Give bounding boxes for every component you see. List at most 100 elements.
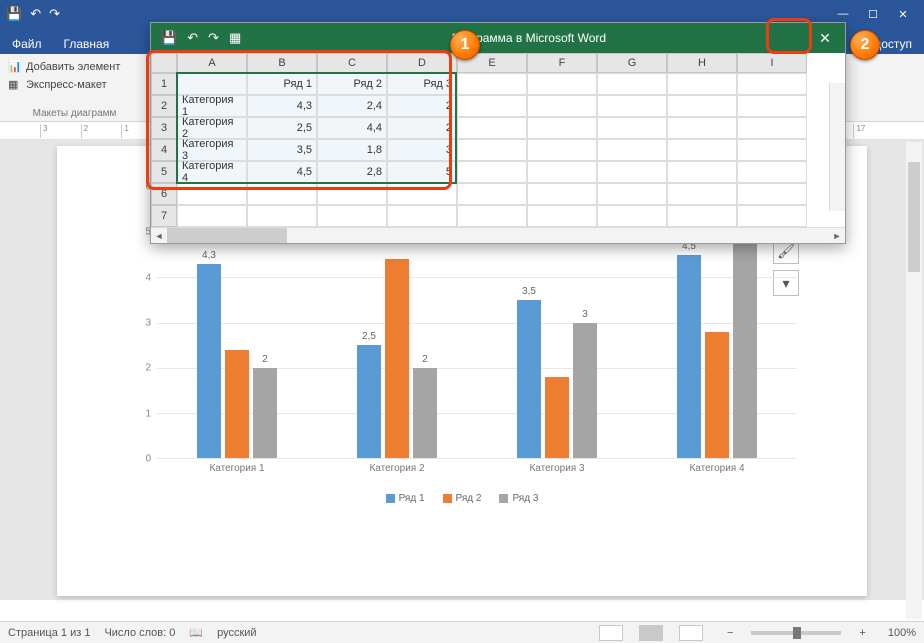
word-min-icon[interactable]: — <box>828 8 858 20</box>
row-header[interactable]: 4 <box>151 139 177 161</box>
cell[interactable] <box>737 117 807 139</box>
cell[interactable] <box>597 95 667 117</box>
cell[interactable] <box>527 205 597 227</box>
cell[interactable]: 2 <box>387 117 457 139</box>
bar[interactable]: 5 <box>733 232 757 458</box>
cell[interactable]: 2,4 <box>317 95 387 117</box>
spellcheck-icon[interactable]: 📖 <box>189 626 203 639</box>
bar[interactable] <box>385 259 409 458</box>
cell[interactable]: 4,3 <box>247 95 317 117</box>
view-web-icon[interactable] <box>679 625 703 641</box>
excel-undo-icon[interactable]: ↶ <box>187 30 198 46</box>
cell[interactable] <box>737 73 807 95</box>
cell[interactable] <box>737 95 807 117</box>
view-print-icon[interactable] <box>639 625 663 641</box>
col-header[interactable]: A <box>177 53 247 73</box>
cell[interactable] <box>667 139 737 161</box>
excel-redo-icon[interactable]: ↷ <box>208 30 219 46</box>
bar[interactable]: 4,3 <box>197 264 221 458</box>
add-chart-element-button[interactable]: 📊 Добавить элемент <box>8 58 141 76</box>
cell[interactable] <box>457 205 527 227</box>
col-header[interactable]: I <box>737 53 807 73</box>
zoom-level[interactable]: 100% <box>888 627 916 639</box>
bar[interactable]: 3 <box>573 323 597 459</box>
row-header[interactable]: 7 <box>151 205 177 227</box>
cell[interactable] <box>177 183 247 205</box>
cell[interactable] <box>597 117 667 139</box>
cell[interactable] <box>387 205 457 227</box>
col-header[interactable]: B <box>247 53 317 73</box>
bar[interactable] <box>705 332 729 458</box>
row-header[interactable]: 3 <box>151 117 177 139</box>
bar[interactable]: 3,5 <box>517 300 541 458</box>
menu-file[interactable]: Файл <box>8 34 46 54</box>
cell[interactable]: 3,5 <box>247 139 317 161</box>
bar[interactable] <box>545 377 569 458</box>
col-header[interactable]: D <box>387 53 457 73</box>
cell[interactable] <box>527 183 597 205</box>
bar[interactable]: 2,5 <box>357 345 381 458</box>
excel-edit-icon[interactable]: ▦ <box>229 30 241 46</box>
bar[interactable]: 2 <box>253 368 277 458</box>
cell[interactable] <box>247 205 317 227</box>
chart-legend[interactable]: Ряд 1Ряд 2Ряд 3 <box>117 493 807 504</box>
cell[interactable]: 5 <box>387 161 457 183</box>
cell[interactable]: 2,8 <box>317 161 387 183</box>
cell[interactable] <box>597 183 667 205</box>
cell[interactable] <box>457 117 527 139</box>
cell[interactable] <box>737 183 807 205</box>
cell[interactable]: 2 <box>387 95 457 117</box>
bar[interactable] <box>225 350 249 458</box>
cell[interactable]: 3 <box>387 139 457 161</box>
quick-layout-button[interactable]: ▦ Экспресс-макет <box>8 76 141 94</box>
status-language[interactable]: русский <box>217 627 256 639</box>
row-header[interactable]: 5 <box>151 161 177 183</box>
status-wordcount[interactable]: Число слов: 0 <box>104 627 175 639</box>
row-header[interactable]: 1 <box>151 73 177 95</box>
excel-save-icon[interactable]: 💾 <box>161 30 177 46</box>
cell[interactable]: Ряд 1 <box>247 73 317 95</box>
cell[interactable] <box>527 117 597 139</box>
cell[interactable] <box>597 161 667 183</box>
bar[interactable]: 2 <box>413 368 437 458</box>
excel-vscrollbar[interactable] <box>829 83 845 211</box>
cell[interactable] <box>667 183 737 205</box>
cell[interactable] <box>317 183 387 205</box>
cell[interactable] <box>177 205 247 227</box>
cell[interactable] <box>667 73 737 95</box>
undo-icon[interactable]: ↶ <box>30 6 41 22</box>
zoom-slider[interactable] <box>751 631 841 635</box>
col-header[interactable]: H <box>667 53 737 73</box>
cell[interactable]: 2,5 <box>247 117 317 139</box>
cell[interactable]: 4,5 <box>247 161 317 183</box>
cell[interactable] <box>737 139 807 161</box>
excel-hscrollbar[interactable]: ◄► <box>151 227 845 243</box>
status-page[interactable]: Страница 1 из 1 <box>8 627 90 639</box>
cell[interactable] <box>527 95 597 117</box>
cell[interactable] <box>597 139 667 161</box>
cell[interactable] <box>667 161 737 183</box>
save-icon[interactable]: 💾 <box>6 6 22 22</box>
zoom-out-button[interactable]: − <box>727 627 733 639</box>
bar[interactable]: 4,5 <box>677 255 701 458</box>
cell[interactable] <box>457 161 527 183</box>
view-read-icon[interactable] <box>599 625 623 641</box>
cell[interactable] <box>667 117 737 139</box>
cell[interactable]: 4,4 <box>317 117 387 139</box>
legend-item[interactable]: Ряд 1 <box>386 493 425 504</box>
cell[interactable] <box>737 205 807 227</box>
col-header[interactable]: C <box>317 53 387 73</box>
cell[interactable]: Категория 3 <box>177 139 247 161</box>
cell[interactable] <box>527 139 597 161</box>
zoom-in-button[interactable]: + <box>859 627 865 639</box>
select-all-corner[interactable] <box>151 53 177 73</box>
cell[interactable] <box>387 183 457 205</box>
cell[interactable] <box>457 139 527 161</box>
col-header[interactable]: F <box>527 53 597 73</box>
row-header[interactable]: 2 <box>151 95 177 117</box>
spreadsheet[interactable]: 1234567 ABCDEFGHI Ряд 1Ряд 2Ряд 3Категор… <box>151 53 845 227</box>
redo-icon[interactable]: ↷ <box>49 6 60 22</box>
legend-item[interactable]: Ряд 3 <box>499 493 538 504</box>
cell[interactable]: Ряд 3 <box>387 73 457 95</box>
cell[interactable] <box>667 205 737 227</box>
